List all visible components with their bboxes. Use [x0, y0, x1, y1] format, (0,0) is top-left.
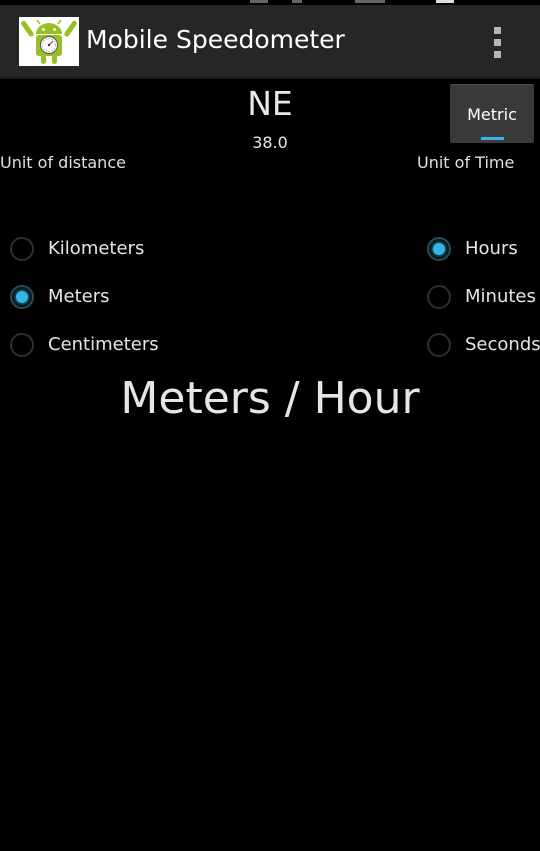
radio-button-checked[interactable] — [10, 285, 34, 309]
speedometer-screen: { "app": { "title": "Mobile Speedometer"… — [0, 0, 540, 851]
radio-label: Meters — [48, 286, 110, 307]
app-title: Mobile Speedometer — [86, 25, 345, 54]
android-speedometer-icon[interactable] — [19, 17, 79, 66]
menu-dot — [494, 51, 501, 58]
radio-button[interactable] — [427, 285, 451, 309]
radio-button[interactable] — [10, 333, 34, 357]
overflow-menu-icon[interactable] — [484, 23, 512, 61]
signal-icon — [355, 0, 385, 3]
menu-dot — [494, 39, 501, 46]
menu-dot — [494, 27, 501, 34]
radio-label: Seconds — [465, 334, 540, 355]
radio-label: Hours — [465, 238, 518, 259]
battery-icon — [436, 0, 454, 3]
metric-toggle-button[interactable]: Metric — [450, 84, 534, 143]
radio-button[interactable] — [427, 333, 451, 357]
action-bar: Mobile Speedometer — [0, 5, 540, 79]
radio-label: Kilometers — [48, 238, 145, 259]
radio-selected-dot — [16, 291, 28, 303]
speed-unit-display: Meters / Hour — [120, 373, 420, 424]
metric-button-label: Metric — [467, 105, 517, 124]
toggle-indicator — [481, 137, 504, 140]
status-glyph — [292, 0, 302, 3]
radio-button-checked[interactable] — [427, 237, 451, 261]
radio-selected-dot — [433, 243, 445, 255]
distance-unit-label: Unit of distance — [0, 153, 126, 172]
radio-button[interactable] — [10, 237, 34, 261]
status-glyph — [250, 0, 268, 3]
time-unit-label: Unit of Time — [417, 153, 515, 172]
radio-label: Centimeters — [48, 334, 159, 355]
radio-label: Minutes — [465, 286, 536, 307]
